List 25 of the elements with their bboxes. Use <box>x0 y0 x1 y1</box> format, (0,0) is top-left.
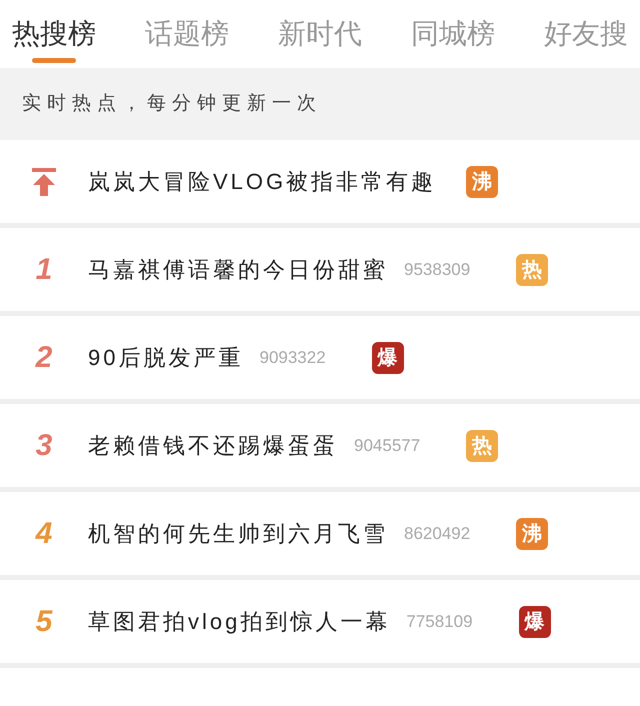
hot-badge: 沸 <box>516 518 548 550</box>
search-count: 7758109 <box>406 610 473 633</box>
rank-number: 1 <box>36 252 52 288</box>
rank-number: 4 <box>36 516 52 552</box>
topic-title[interactable]: 90后脱发严重 <box>88 341 244 374</box>
hot-badge: 爆 <box>372 342 404 374</box>
hot-badge: 沸 <box>466 166 498 198</box>
rank-number: 5 <box>36 604 52 640</box>
hot-badge: 热 <box>466 430 498 462</box>
search-count: 9538309 <box>404 258 470 281</box>
rank-number: 2 <box>36 340 52 376</box>
pin-top-icon <box>32 168 56 196</box>
rank-number: 3 <box>36 428 52 464</box>
tab[interactable]: 热搜榜 <box>12 14 96 63</box>
search-count: 8620492 <box>404 522 470 545</box>
topic-title[interactable]: 老赖借钱不还踢爆蛋蛋 <box>88 429 338 462</box>
topic-title[interactable]: 机智的何先生帅到六月飞雪 <box>88 517 388 550</box>
notice-text: 实时热点，每分钟更新一次 <box>22 92 322 116</box>
topic-title[interactable]: 马嘉祺傅语馨的今日份甜蜜 <box>88 253 388 286</box>
topic-title[interactable]: 草图君拍vlog拍到惊人一幕 <box>88 605 390 638</box>
search-count: 9093322 <box>259 346 326 369</box>
topic-title[interactable]: 岚岚大冒险VLOG被指非常有趣 <box>88 165 436 198</box>
hot-badge: 热 <box>516 254 548 286</box>
hot-badge: 爆 <box>518 606 551 638</box>
search-count: 9045577 <box>354 434 420 457</box>
